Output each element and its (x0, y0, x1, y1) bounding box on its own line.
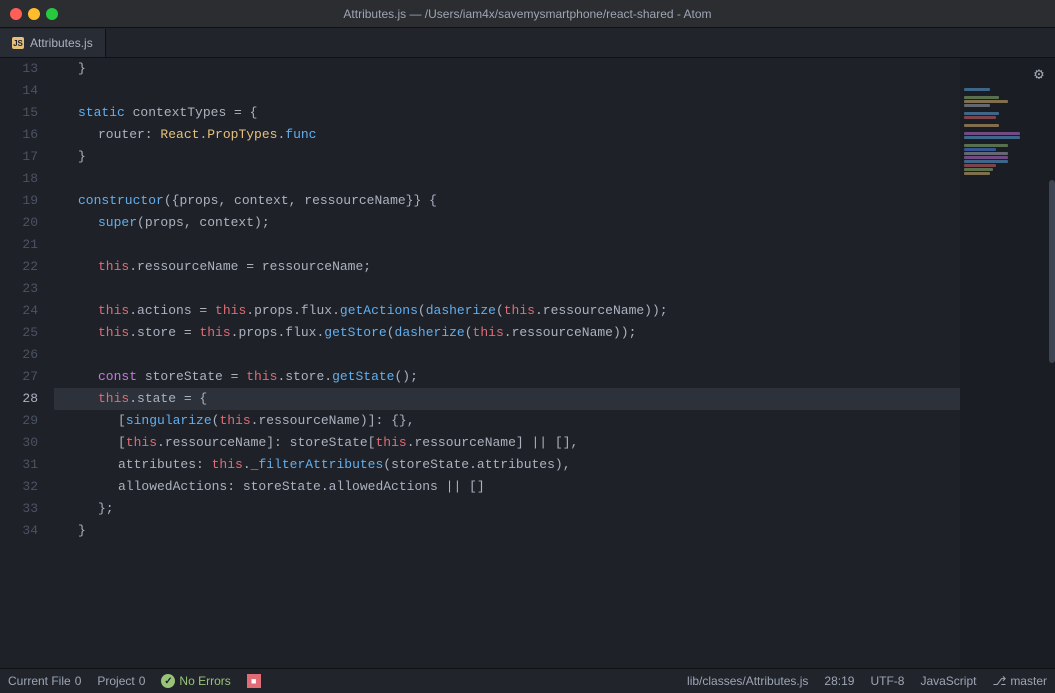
window-title: Attributes.js — /Users/iam4x/savemysmart… (343, 7, 711, 21)
project-label: Project (97, 674, 134, 688)
code-line: this.actions = this.props.flux.getAction… (54, 300, 960, 322)
no-errors-label: No Errors (179, 674, 230, 688)
scrollbar-track (1049, 58, 1055, 668)
code-line (54, 344, 960, 366)
branch-name: master (1010, 674, 1047, 688)
code-line: static contextTypes = { (54, 102, 960, 124)
scrollbar-thumb[interactable] (1049, 180, 1055, 363)
warning-icon: ■ (247, 674, 261, 688)
cursor-position[interactable]: 28:19 (824, 674, 854, 688)
code-line: this.store = this.props.flux.getStore(da… (54, 322, 960, 344)
code-editor[interactable]: } static contextTypes = {router: React.P… (50, 58, 960, 668)
code-line: super(props, context); (54, 212, 960, 234)
minimap: ⚙ (960, 58, 1055, 668)
tab-bar: JS Attributes.js (0, 28, 1055, 58)
project-status[interactable]: Project 0 (97, 674, 145, 688)
close-button[interactable] (10, 8, 22, 20)
code-line (54, 80, 960, 102)
code-line: } (54, 58, 960, 80)
status-right-group: lib/classes/Attributes.js 28:19 UTF-8 Ja… (687, 674, 1047, 688)
code-line: this.ressourceName = ressourceName; (54, 256, 960, 278)
code-line: router: React.PropTypes.func (54, 124, 960, 146)
code-line: }; (54, 498, 960, 520)
code-line: this.state = { (54, 388, 960, 410)
file-tab-label: Attributes.js (30, 36, 93, 50)
file-path-label[interactable]: lib/classes/Attributes.js (687, 674, 808, 688)
code-line (54, 168, 960, 190)
current-file-status[interactable]: Current File 0 (8, 674, 81, 688)
status-bar: Current File 0 Project 0 ✓ No Errors ■ l… (0, 668, 1055, 693)
code-line: allowedActions: storeState.allowedAction… (54, 476, 960, 498)
no-errors-status[interactable]: ✓ No Errors (161, 674, 230, 688)
minimize-button[interactable] (28, 8, 40, 20)
git-branch[interactable]: ⎇ master (992, 674, 1047, 688)
current-file-label: Current File (8, 674, 71, 688)
code-line: [singularize(this.ressourceName)]: {}, (54, 410, 960, 432)
code-line: } (54, 146, 960, 168)
language-label[interactable]: JavaScript (920, 674, 976, 688)
current-file-count: 0 (75, 674, 82, 688)
code-line (54, 278, 960, 300)
code-line (54, 234, 960, 256)
branch-icon: ⎇ (992, 674, 1006, 688)
check-icon: ✓ (161, 674, 175, 688)
code-line: } (54, 520, 960, 542)
code-line: const storeState = this.store.getState()… (54, 366, 960, 388)
code-line: constructor({props, context, ressourceNa… (54, 190, 960, 212)
warning-indicator[interactable]: ■ (247, 674, 261, 688)
window-controls (10, 8, 58, 20)
file-tab[interactable]: JS Attributes.js (0, 29, 106, 57)
code-line: [this.ressourceName]: storeState[this.re… (54, 432, 960, 454)
encoding-label[interactable]: UTF-8 (870, 674, 904, 688)
line-numbers: 1314151617181920212223242526272829303132… (0, 58, 50, 668)
project-count: 0 (139, 674, 146, 688)
maximize-button[interactable] (46, 8, 58, 20)
title-bar: Attributes.js — /Users/iam4x/savemysmart… (0, 0, 1055, 28)
editor-container: 1314151617181920212223242526272829303132… (0, 58, 1055, 668)
settings-icon[interactable]: ⚙ (1029, 64, 1049, 84)
file-tab-icon: JS (12, 37, 24, 49)
code-line: attributes: this._filterAttributes(store… (54, 454, 960, 476)
